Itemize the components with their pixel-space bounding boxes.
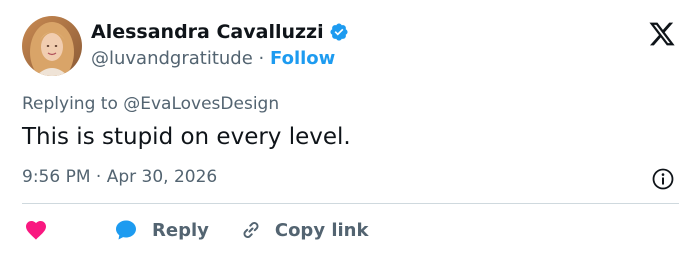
info-icon[interactable] [651, 167, 675, 191]
divider [22, 203, 679, 204]
reply-context: Replying to @EvaLovesDesign [22, 94, 279, 114]
reply-label: Reply [152, 219, 209, 241]
action-bar: Reply Copy link [24, 216, 368, 244]
like-button[interactable] [24, 218, 48, 242]
speech-bubble-icon [116, 220, 136, 240]
author-name-text[interactable]: Alessandra Cavalluzzi [91, 21, 324, 43]
copy-link-label: Copy link [274, 219, 369, 241]
reply-button[interactable]: Reply [48, 218, 209, 242]
verified-badge-icon [330, 23, 348, 41]
reply-prefix: Replying to [22, 94, 124, 114]
handle-separator: · [258, 48, 265, 69]
x-logo-icon[interactable] [647, 20, 677, 48]
heart-icon [26, 221, 46, 240]
link-icon [243, 222, 259, 238]
tweet-text: This is stupid on every level. [22, 124, 351, 150]
tweet-card: Alessandra Cavalluzzi @luvandgratitude ·… [0, 0, 700, 256]
reply-to-handle[interactable]: @EvaLovesDesign [123, 94, 279, 114]
copy-link-button[interactable]: Copy link [209, 218, 369, 242]
author-handle[interactable]: @luvandgratitude [91, 48, 253, 69]
timestamp[interactable]: 9:56 PM · Apr 30, 2026 [22, 167, 217, 187]
handle-line: @luvandgratitude · Follow [91, 48, 335, 69]
avatar[interactable] [22, 16, 82, 76]
follow-button[interactable]: Follow [270, 48, 335, 69]
author-name[interactable]: Alessandra Cavalluzzi [91, 21, 349, 43]
